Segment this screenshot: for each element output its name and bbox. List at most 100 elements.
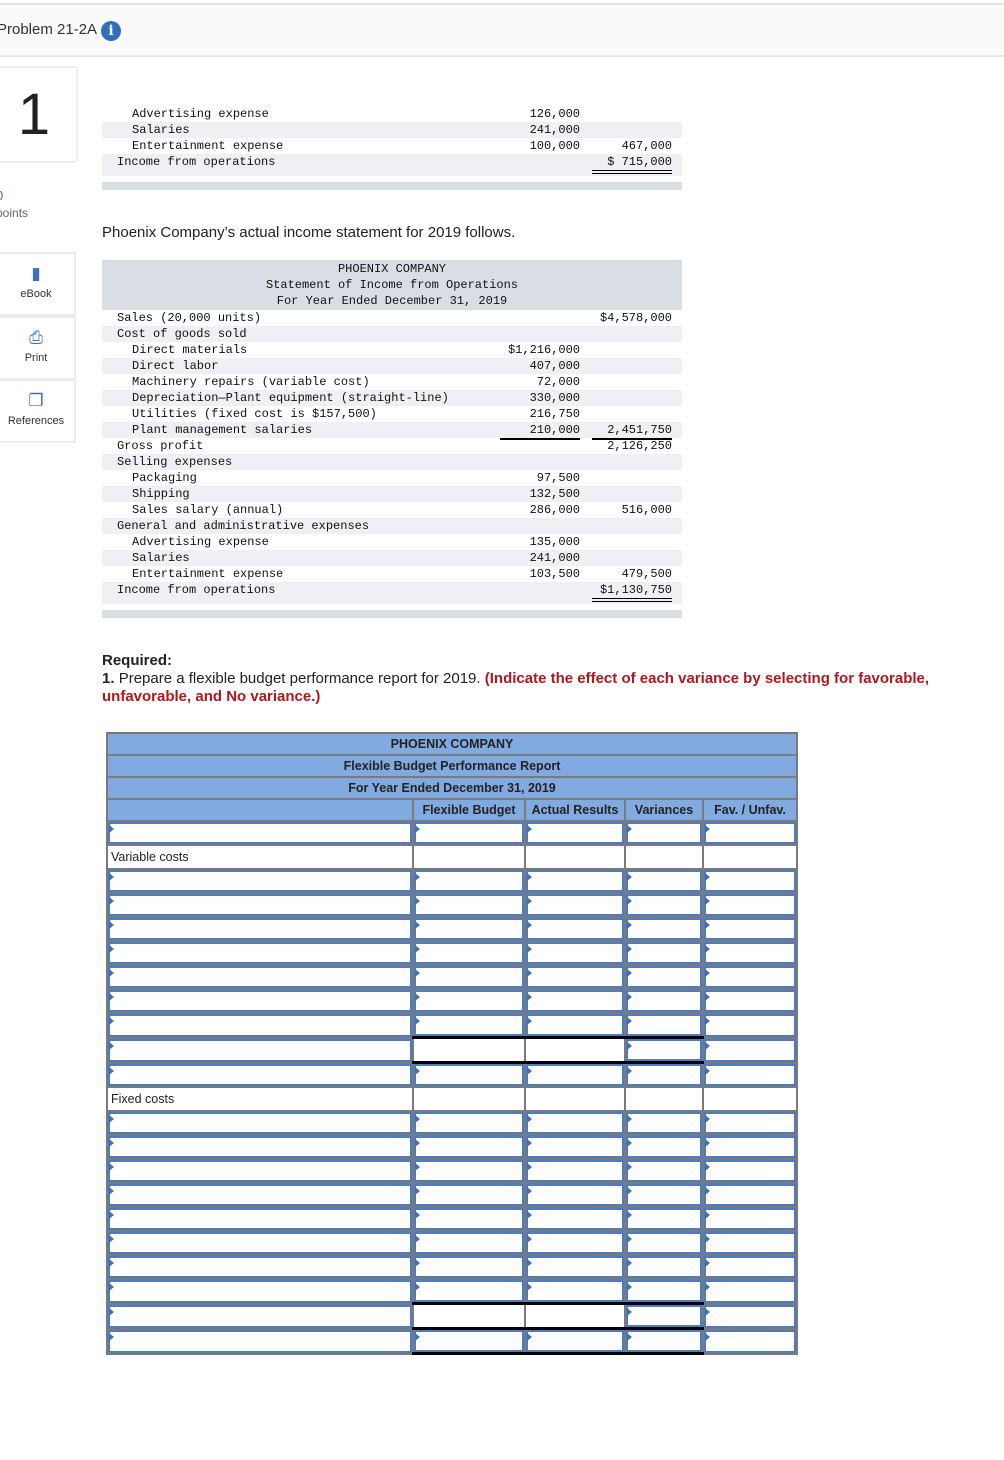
fav-unfav-input[interactable] [702, 964, 798, 990]
variance-input[interactable] [624, 940, 704, 966]
fav-unfav-input[interactable] [702, 940, 798, 966]
fav-unfav-input[interactable] [702, 1134, 798, 1160]
actual-results-input[interactable] [524, 1134, 626, 1160]
fav-unfav-input[interactable] [702, 1254, 798, 1280]
line-item-input[interactable] [106, 1182, 414, 1208]
actual-results-input[interactable] [524, 988, 626, 1014]
fav-unfav-input[interactable] [702, 1206, 798, 1232]
actual-results-input[interactable] [524, 1327, 626, 1355]
fav-unfav-input[interactable] [702, 1182, 798, 1208]
fav-unfav-input[interactable] [702, 1110, 798, 1136]
line-item-input[interactable] [106, 964, 414, 990]
flexible-budget-input[interactable] [412, 1110, 526, 1136]
line-item-input[interactable] [106, 868, 414, 894]
line-item-input[interactable] [106, 1327, 414, 1355]
variance-input[interactable] [624, 1254, 704, 1280]
variance-input[interactable] [624, 820, 704, 846]
actual-results-input[interactable] [524, 1158, 626, 1184]
line-item-input[interactable] [106, 1036, 414, 1064]
flexible-budget-input[interactable] [412, 1206, 526, 1232]
variance-input[interactable] [624, 964, 704, 990]
fav-unfav-input[interactable] [702, 988, 798, 1014]
line-item-input[interactable] [106, 1230, 414, 1256]
info-icon[interactable]: i [101, 21, 121, 41]
actual-results-input[interactable] [524, 1182, 626, 1208]
actual-results-input[interactable] [524, 1254, 626, 1280]
actual-results-input[interactable] [524, 1230, 626, 1256]
actual-results-input[interactable] [524, 1278, 626, 1305]
fav-unfav-input[interactable] [702, 1036, 798, 1064]
flexible-budget-input[interactable] [412, 1254, 526, 1280]
variance-input[interactable] [624, 1134, 704, 1160]
flexible-budget-input[interactable] [412, 820, 526, 846]
fav-unfav-input[interactable] [702, 1302, 798, 1330]
flexible-budget-input[interactable] [412, 892, 526, 918]
line-item-input[interactable] [106, 1134, 414, 1160]
actual-results-input[interactable] [524, 1012, 626, 1039]
actual-results-input[interactable] [524, 892, 626, 918]
references-button[interactable]: ❐ References [0, 379, 76, 443]
fav-unfav-input[interactable] [702, 820, 798, 846]
ebook-button[interactable]: ▮ eBook [0, 252, 76, 316]
line-item-input[interactable] [106, 1206, 414, 1232]
variance-input[interactable] [624, 892, 704, 918]
fav-unfav-input[interactable] [702, 868, 798, 894]
line-item-input[interactable] [106, 892, 414, 918]
actual-results-input[interactable] [524, 868, 626, 894]
actual-results-input[interactable] [524, 1110, 626, 1136]
flexible-budget-input[interactable] [412, 868, 526, 894]
fav-unfav-input[interactable] [702, 1061, 798, 1088]
flexible-budget-input[interactable] [412, 1327, 526, 1355]
variance-input[interactable] [624, 1278, 704, 1305]
fav-unfav-input[interactable] [702, 1012, 798, 1039]
flexible-budget-input[interactable] [412, 1061, 526, 1088]
line-item-input[interactable] [106, 988, 414, 1014]
fav-unfav-input[interactable] [702, 1327, 798, 1355]
variance-input[interactable] [624, 1061, 704, 1088]
fav-unfav-input[interactable] [702, 892, 798, 918]
fav-unfav-input[interactable] [702, 916, 798, 942]
line-item-input[interactable] [106, 1158, 414, 1184]
variance-input[interactable] [624, 988, 704, 1014]
flexible-budget-input[interactable] [412, 1230, 526, 1256]
line-item-input[interactable] [106, 1110, 414, 1136]
actual-results-input[interactable] [524, 940, 626, 966]
variance-input[interactable] [624, 1206, 704, 1232]
flexible-budget-input[interactable] [412, 916, 526, 942]
variance-input[interactable] [624, 1230, 704, 1256]
variance-input[interactable] [624, 1327, 704, 1355]
line-item-input[interactable] [106, 1061, 414, 1088]
actual-results-input[interactable] [524, 1206, 626, 1232]
variance-input[interactable] [624, 1182, 704, 1208]
flexible-budget-input[interactable] [412, 988, 526, 1014]
variance-input[interactable] [624, 1110, 704, 1136]
line-item-input[interactable] [106, 820, 414, 846]
actual-results-input[interactable] [524, 1061, 626, 1088]
variance-input[interactable] [624, 1036, 704, 1064]
actual-results-input[interactable] [524, 916, 626, 942]
flexible-budget-input[interactable] [412, 1158, 526, 1184]
fav-unfav-input[interactable] [702, 1158, 798, 1184]
variance-input[interactable] [624, 1302, 704, 1330]
flexible-budget-input[interactable] [412, 940, 526, 966]
line-item-input[interactable] [106, 1012, 414, 1039]
line-item-input[interactable] [106, 916, 414, 942]
line-item-input[interactable] [106, 1278, 414, 1305]
flexible-budget-input[interactable] [412, 1182, 526, 1208]
variance-input[interactable] [624, 1012, 704, 1039]
fav-unfav-input[interactable] [702, 1278, 798, 1305]
fav-unfav-input[interactable] [702, 1230, 798, 1256]
flexible-budget-input[interactable] [412, 964, 526, 990]
flexible-budget-input[interactable] [412, 1012, 526, 1039]
variance-input[interactable] [624, 1158, 704, 1184]
line-item-input[interactable] [106, 1302, 414, 1330]
variance-input[interactable] [624, 868, 704, 894]
flexible-budget-input[interactable] [412, 1278, 526, 1305]
variance-input[interactable] [624, 916, 704, 942]
flexible-budget-input[interactable] [412, 1134, 526, 1160]
actual-results-input[interactable] [524, 964, 626, 990]
print-button[interactable]: ⎙ Print [0, 316, 76, 380]
line-item-input[interactable] [106, 940, 414, 966]
line-item-input[interactable] [106, 1254, 414, 1280]
actual-results-input[interactable] [524, 820, 626, 846]
